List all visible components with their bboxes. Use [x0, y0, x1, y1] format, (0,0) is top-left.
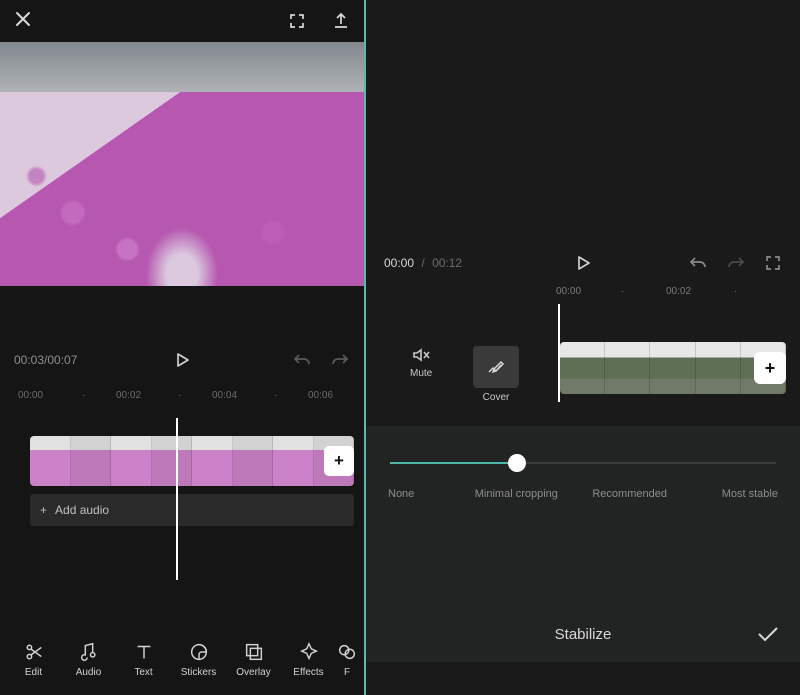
play-button[interactable] — [574, 254, 592, 272]
video-preview[interactable] — [0, 42, 364, 286]
top-bar — [0, 0, 364, 42]
fullscreen-icon[interactable] — [764, 254, 782, 272]
ruler-tick: 00:00 — [18, 390, 43, 401]
ruler-tick: 00:02 — [666, 286, 691, 297]
ruler-tick: 00:02 — [116, 390, 141, 401]
nav-overlay[interactable]: Overlay — [226, 641, 281, 678]
time-indicator: 00:03/00:07 — [14, 353, 77, 367]
time-current: 00:00 — [384, 256, 414, 270]
nav-label: F — [344, 667, 350, 678]
nav-label: Edit — [25, 667, 42, 678]
export-icon[interactable] — [332, 12, 350, 30]
effects-icon — [298, 641, 320, 663]
slider-label-none[interactable]: None — [388, 488, 448, 502]
toolbar: Edit Audio Text Stickers Overlay Effects… — [0, 629, 364, 695]
panel-title: Stabilize — [555, 626, 612, 643]
ruler-dot: · — [178, 390, 181, 401]
add-audio-button[interactable]: + Add audio — [30, 494, 354, 526]
edit-cover-icon — [487, 360, 505, 374]
nav-label: Audio — [76, 667, 102, 678]
preview-frame — [0, 42, 364, 286]
playback-controls: 00:00 / 00:12 — [366, 240, 800, 286]
ruler-dot: · — [621, 286, 624, 297]
stabilize-slider-panel: None Minimal cropping Recommended Most s… — [366, 426, 800, 606]
close-button[interactable] — [14, 10, 32, 28]
add-clip-button[interactable]: + — [754, 352, 786, 384]
nav-audio[interactable]: Audio — [61, 641, 116, 678]
stabilize-slider[interactable] — [390, 462, 776, 464]
ruler-tick: 00:00 — [556, 286, 581, 297]
redo-button[interactable] — [330, 351, 350, 369]
time-indicator: 00:00 / 00:12 — [384, 256, 462, 270]
video-clip[interactable] — [30, 436, 354, 486]
slider-label-recommended[interactable]: Recommended — [585, 488, 675, 502]
nav-more[interactable]: F — [336, 641, 358, 678]
cover-label: Cover — [483, 392, 510, 403]
mute-button[interactable]: Mute — [410, 346, 432, 379]
ruler-dot: · — [82, 390, 85, 401]
nav-text[interactable]: Text — [116, 641, 171, 678]
add-audio-label: Add audio — [55, 503, 109, 517]
slider-labels: None Minimal cropping Recommended Most s… — [388, 488, 778, 502]
nav-effects[interactable]: Effects — [281, 641, 336, 678]
nav-stickers[interactable]: Stickers — [171, 641, 226, 678]
text-icon — [133, 641, 155, 663]
slider-fill — [390, 462, 517, 464]
speaker-off-icon — [411, 346, 431, 364]
slider-label-minimal[interactable]: Minimal cropping — [471, 488, 561, 502]
confirm-button[interactable] — [756, 625, 780, 643]
timeline[interactable]: Mute Cover + — [366, 332, 800, 412]
nav-label: Stickers — [181, 667, 217, 678]
preview-area-collapsed — [366, 0, 800, 190]
plus-icon: + — [40, 503, 47, 517]
playhead[interactable] — [176, 418, 178, 580]
fullscreen-icon[interactable] — [288, 12, 306, 30]
nav-label: Overlay — [236, 667, 270, 678]
undo-button[interactable] — [688, 254, 708, 272]
overlay-icon — [243, 641, 265, 663]
filter-icon — [336, 641, 358, 663]
timeline[interactable]: + + Add audio — [0, 436, 364, 556]
playback-controls: 00:03/00:07 — [0, 336, 364, 384]
time-sep: / — [421, 256, 424, 270]
slider-knob[interactable] — [508, 454, 526, 472]
undo-button[interactable] — [292, 351, 312, 369]
add-clip-button[interactable]: + — [324, 446, 354, 476]
redo-button[interactable] — [726, 254, 746, 272]
nav-edit[interactable]: Edit — [6, 641, 61, 678]
nav-label: Effects — [293, 667, 323, 678]
time-duration: 00:12 — [432, 256, 462, 270]
stabilize-panel-screen: 00:00 / 00:12 00:00 · 00:02 · Mute — [366, 0, 800, 695]
playhead[interactable] — [558, 304, 560, 402]
ruler-dot: · — [734, 286, 737, 297]
timeline-ruler: 00:00 · 00:02 · 00:04 · 00:06 — [0, 384, 364, 406]
editor-main-panel: 00:03/00:07 00:00 · 00:02 · 00:04 · 00:0… — [0, 0, 364, 695]
scissors-icon — [23, 641, 45, 663]
nav-label: Text — [134, 667, 152, 678]
music-note-icon — [78, 641, 100, 663]
ruler-dot: · — [274, 390, 277, 401]
sticker-icon — [188, 641, 210, 663]
timeline-ruler: 00:00 · 00:02 · — [366, 286, 800, 314]
slider-label-most-stable[interactable]: Most stable — [698, 488, 778, 502]
ruler-tick: 00:04 — [212, 390, 237, 401]
mute-label: Mute — [410, 368, 432, 379]
ruler-tick: 00:06 — [308, 390, 333, 401]
cover-button[interactable]: Cover — [470, 346, 522, 403]
stabilize-footer: Stabilize — [366, 606, 800, 662]
play-button[interactable] — [173, 351, 191, 369]
video-clip[interactable] — [560, 342, 786, 394]
